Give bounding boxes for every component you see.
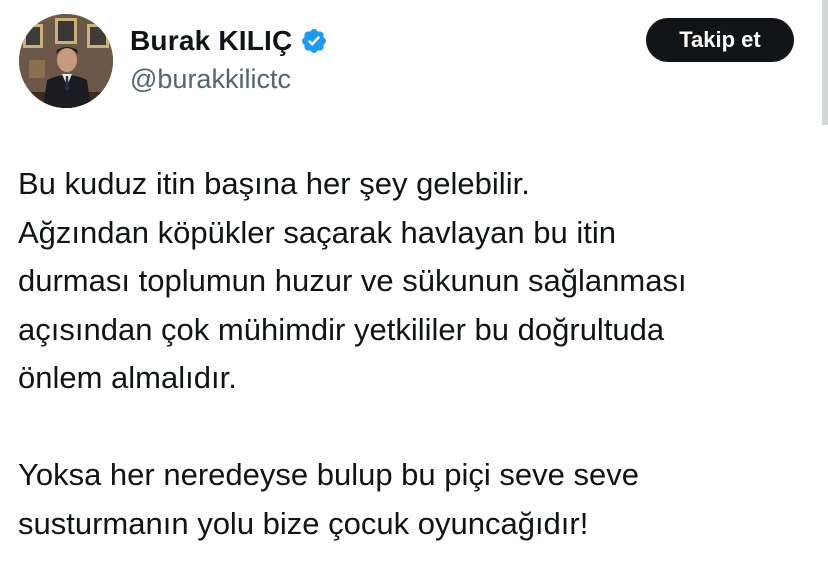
verified-badge-icon [300,27,328,55]
tweet-line: önlem almalıdır. [18,360,237,395]
tweet-line: susturmanın yolu bize çocuk oyuncağıdır! [18,505,589,541]
tweet-line: durması toplumun huzur ve sükunun sağlan… [18,263,687,298]
tweet-line: Bu kuduz itin başına her şey gelebilir. [18,166,530,201]
tweet-line: açısından çok mühimdir yetkililer bu doğ… [18,311,665,347]
avatar-image [19,14,113,108]
avatar[interactable] [19,14,113,108]
tweet-line: Ağzından köpükler saçarak havlayan bu it… [18,214,616,250]
display-name[interactable]: Burak KILIÇ [130,25,292,57]
follow-button[interactable]: Takip et [646,18,794,62]
tweet-text: Bu kuduz itin başına her şey gelebilir. … [18,160,808,548]
name-row: Burak KILIÇ [130,22,328,60]
scrollbar-thumb[interactable] [822,0,828,125]
user-handle[interactable]: @burakkilictc [130,64,291,95]
tweet-line: Yoksa her neredeyse bulup bu piçi seve s… [18,457,639,492]
tweet-header: Burak KILIÇ @burakkilictc Takip et [0,0,828,125]
